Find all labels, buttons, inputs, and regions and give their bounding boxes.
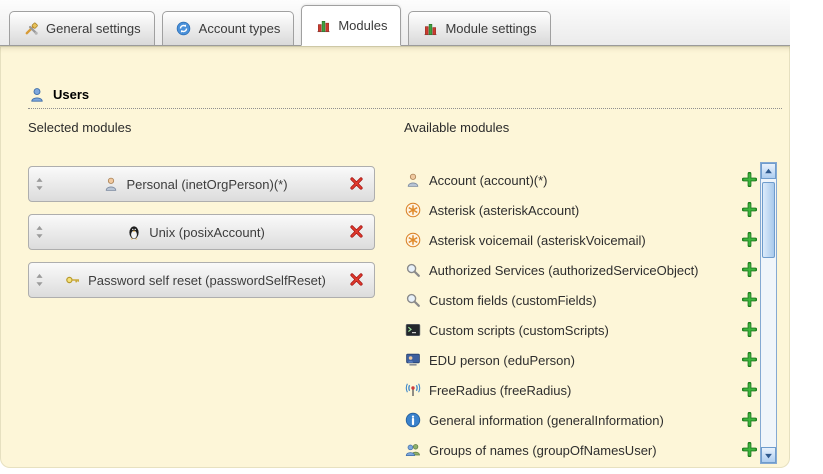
add-module-button[interactable] — [742, 412, 758, 428]
add-module-button[interactable] — [742, 382, 758, 398]
remove-module-button[interactable] — [349, 224, 365, 240]
available-module-freeradius: FreeRadius (freeRadius) — [404, 375, 760, 405]
module-label-group: Personal (inetOrgPerson)(*) — [44, 176, 346, 193]
tab-label: Account types — [199, 21, 281, 36]
available-module-groups-of-names: Groups of names (groupOfNamesUser) — [404, 435, 760, 465]
remove-module-button[interactable] — [349, 272, 365, 288]
tab-module-settings[interactable]: Module settings — [408, 11, 550, 45]
scroll-up-button[interactable] — [761, 163, 776, 179]
module-label-group: Password self reset (passwordSelfReset) — [44, 272, 346, 289]
module-label: Custom scripts (customScripts) — [429, 323, 734, 338]
drag-handle[interactable] — [34, 273, 44, 287]
selected-modules-heading: Selected modules — [28, 120, 131, 135]
add-module-button[interactable] — [742, 172, 758, 188]
module-label-group: Unix (posixAccount) — [44, 224, 346, 241]
selected-module-personal[interactable]: Personal (inetOrgPerson)(*) — [28, 166, 375, 202]
available-module-custom-fields: Custom fields (customFields) — [404, 285, 760, 315]
module-label: Groups of names (groupOfNamesUser) — [429, 443, 734, 458]
drag-handle[interactable] — [34, 225, 44, 239]
group-icon — [404, 442, 421, 459]
add-module-button[interactable] — [742, 232, 758, 248]
module-label: Account (account)(*) — [429, 173, 734, 188]
module-label: General information (generalInformation) — [429, 413, 734, 428]
section-title: Users — [53, 87, 89, 102]
magnifier-icon — [404, 292, 421, 309]
selected-module-unix[interactable]: Unix (posixAccount) — [28, 214, 375, 250]
edu-person-icon — [404, 352, 421, 369]
available-modules-scrollbar[interactable] — [760, 162, 777, 464]
module-label: Asterisk (asteriskAccount) — [429, 203, 734, 218]
add-module-button[interactable] — [742, 292, 758, 308]
users-section-header: Users — [28, 86, 89, 103]
module-label: EDU person (eduPerson) — [429, 353, 734, 368]
available-module-authorized-services: Authorized Services (authorizedServiceOb… — [404, 255, 760, 285]
info-icon — [404, 412, 421, 429]
selected-modules-list: Personal (inetOrgPerson)(*) Unix (posixA… — [28, 166, 375, 310]
asterisk-icon — [404, 202, 421, 219]
account-types-icon — [176, 21, 192, 37]
tools-icon — [23, 21, 39, 37]
tab-label: General settings — [46, 21, 141, 36]
scroll-down-button[interactable] — [761, 447, 776, 463]
users-icon — [28, 86, 45, 103]
available-module-general-information: General information (generalInformation) — [404, 405, 760, 435]
module-label: Unix (posixAccount) — [149, 225, 265, 240]
add-module-button[interactable] — [742, 202, 758, 218]
add-module-button[interactable] — [742, 352, 758, 368]
penguin-icon — [125, 224, 142, 241]
asterisk-icon — [404, 232, 421, 249]
available-modules-heading: Available modules — [404, 120, 509, 135]
tab-bar: General settings Account types Modules M… — [0, 0, 790, 46]
lam-configuration-window: General settings Account types Modules M… — [0, 0, 790, 474]
magnifier-icon — [404, 262, 421, 279]
available-module-custom-scripts: Custom scripts (customScripts) — [404, 315, 760, 345]
module-label: Asterisk voicemail (asteriskVoicemail) — [429, 233, 734, 248]
remove-module-button[interactable] — [349, 176, 365, 192]
key-icon — [64, 272, 81, 289]
modules-panel: Users Selected modules Available modules… — [0, 46, 790, 468]
add-module-button[interactable] — [742, 322, 758, 338]
person-icon — [404, 172, 421, 189]
module-settings-icon — [422, 21, 438, 37]
available-module-asterisk-voicemail: Asterisk voicemail (asteriskVoicemail) — [404, 225, 760, 255]
drag-handle[interactable] — [34, 177, 44, 191]
person-icon — [102, 176, 119, 193]
terminal-icon — [404, 322, 421, 339]
tab-label: Module settings — [445, 21, 536, 36]
modules-icon — [315, 18, 331, 34]
available-modules-list: Account (account)(*) Asterisk (asteriskA… — [404, 165, 760, 465]
add-module-button[interactable] — [742, 442, 758, 458]
available-module-account: Account (account)(*) — [404, 165, 760, 195]
selected-module-password-self-reset[interactable]: Password self reset (passwordSelfReset) — [28, 262, 375, 298]
module-label: FreeRadius (freeRadius) — [429, 383, 734, 398]
module-label: Custom fields (customFields) — [429, 293, 734, 308]
tab-label: Modules — [338, 18, 387, 33]
add-module-button[interactable] — [742, 262, 758, 278]
tab-account-types[interactable]: Account types — [162, 11, 295, 45]
module-label: Personal (inetOrgPerson)(*) — [126, 177, 287, 192]
available-module-edu-person: EDU person (eduPerson) — [404, 345, 760, 375]
available-module-asterisk: Asterisk (asteriskAccount) — [404, 195, 760, 225]
scrollbar-thumb[interactable] — [762, 182, 775, 258]
freeradius-icon — [404, 382, 421, 399]
module-label: Password self reset (passwordSelfReset) — [88, 273, 326, 288]
section-divider — [28, 108, 782, 109]
tab-modules[interactable]: Modules — [301, 5, 401, 46]
tab-general-settings[interactable]: General settings — [9, 11, 155, 45]
module-label: Authorized Services (authorizedServiceOb… — [429, 263, 734, 278]
